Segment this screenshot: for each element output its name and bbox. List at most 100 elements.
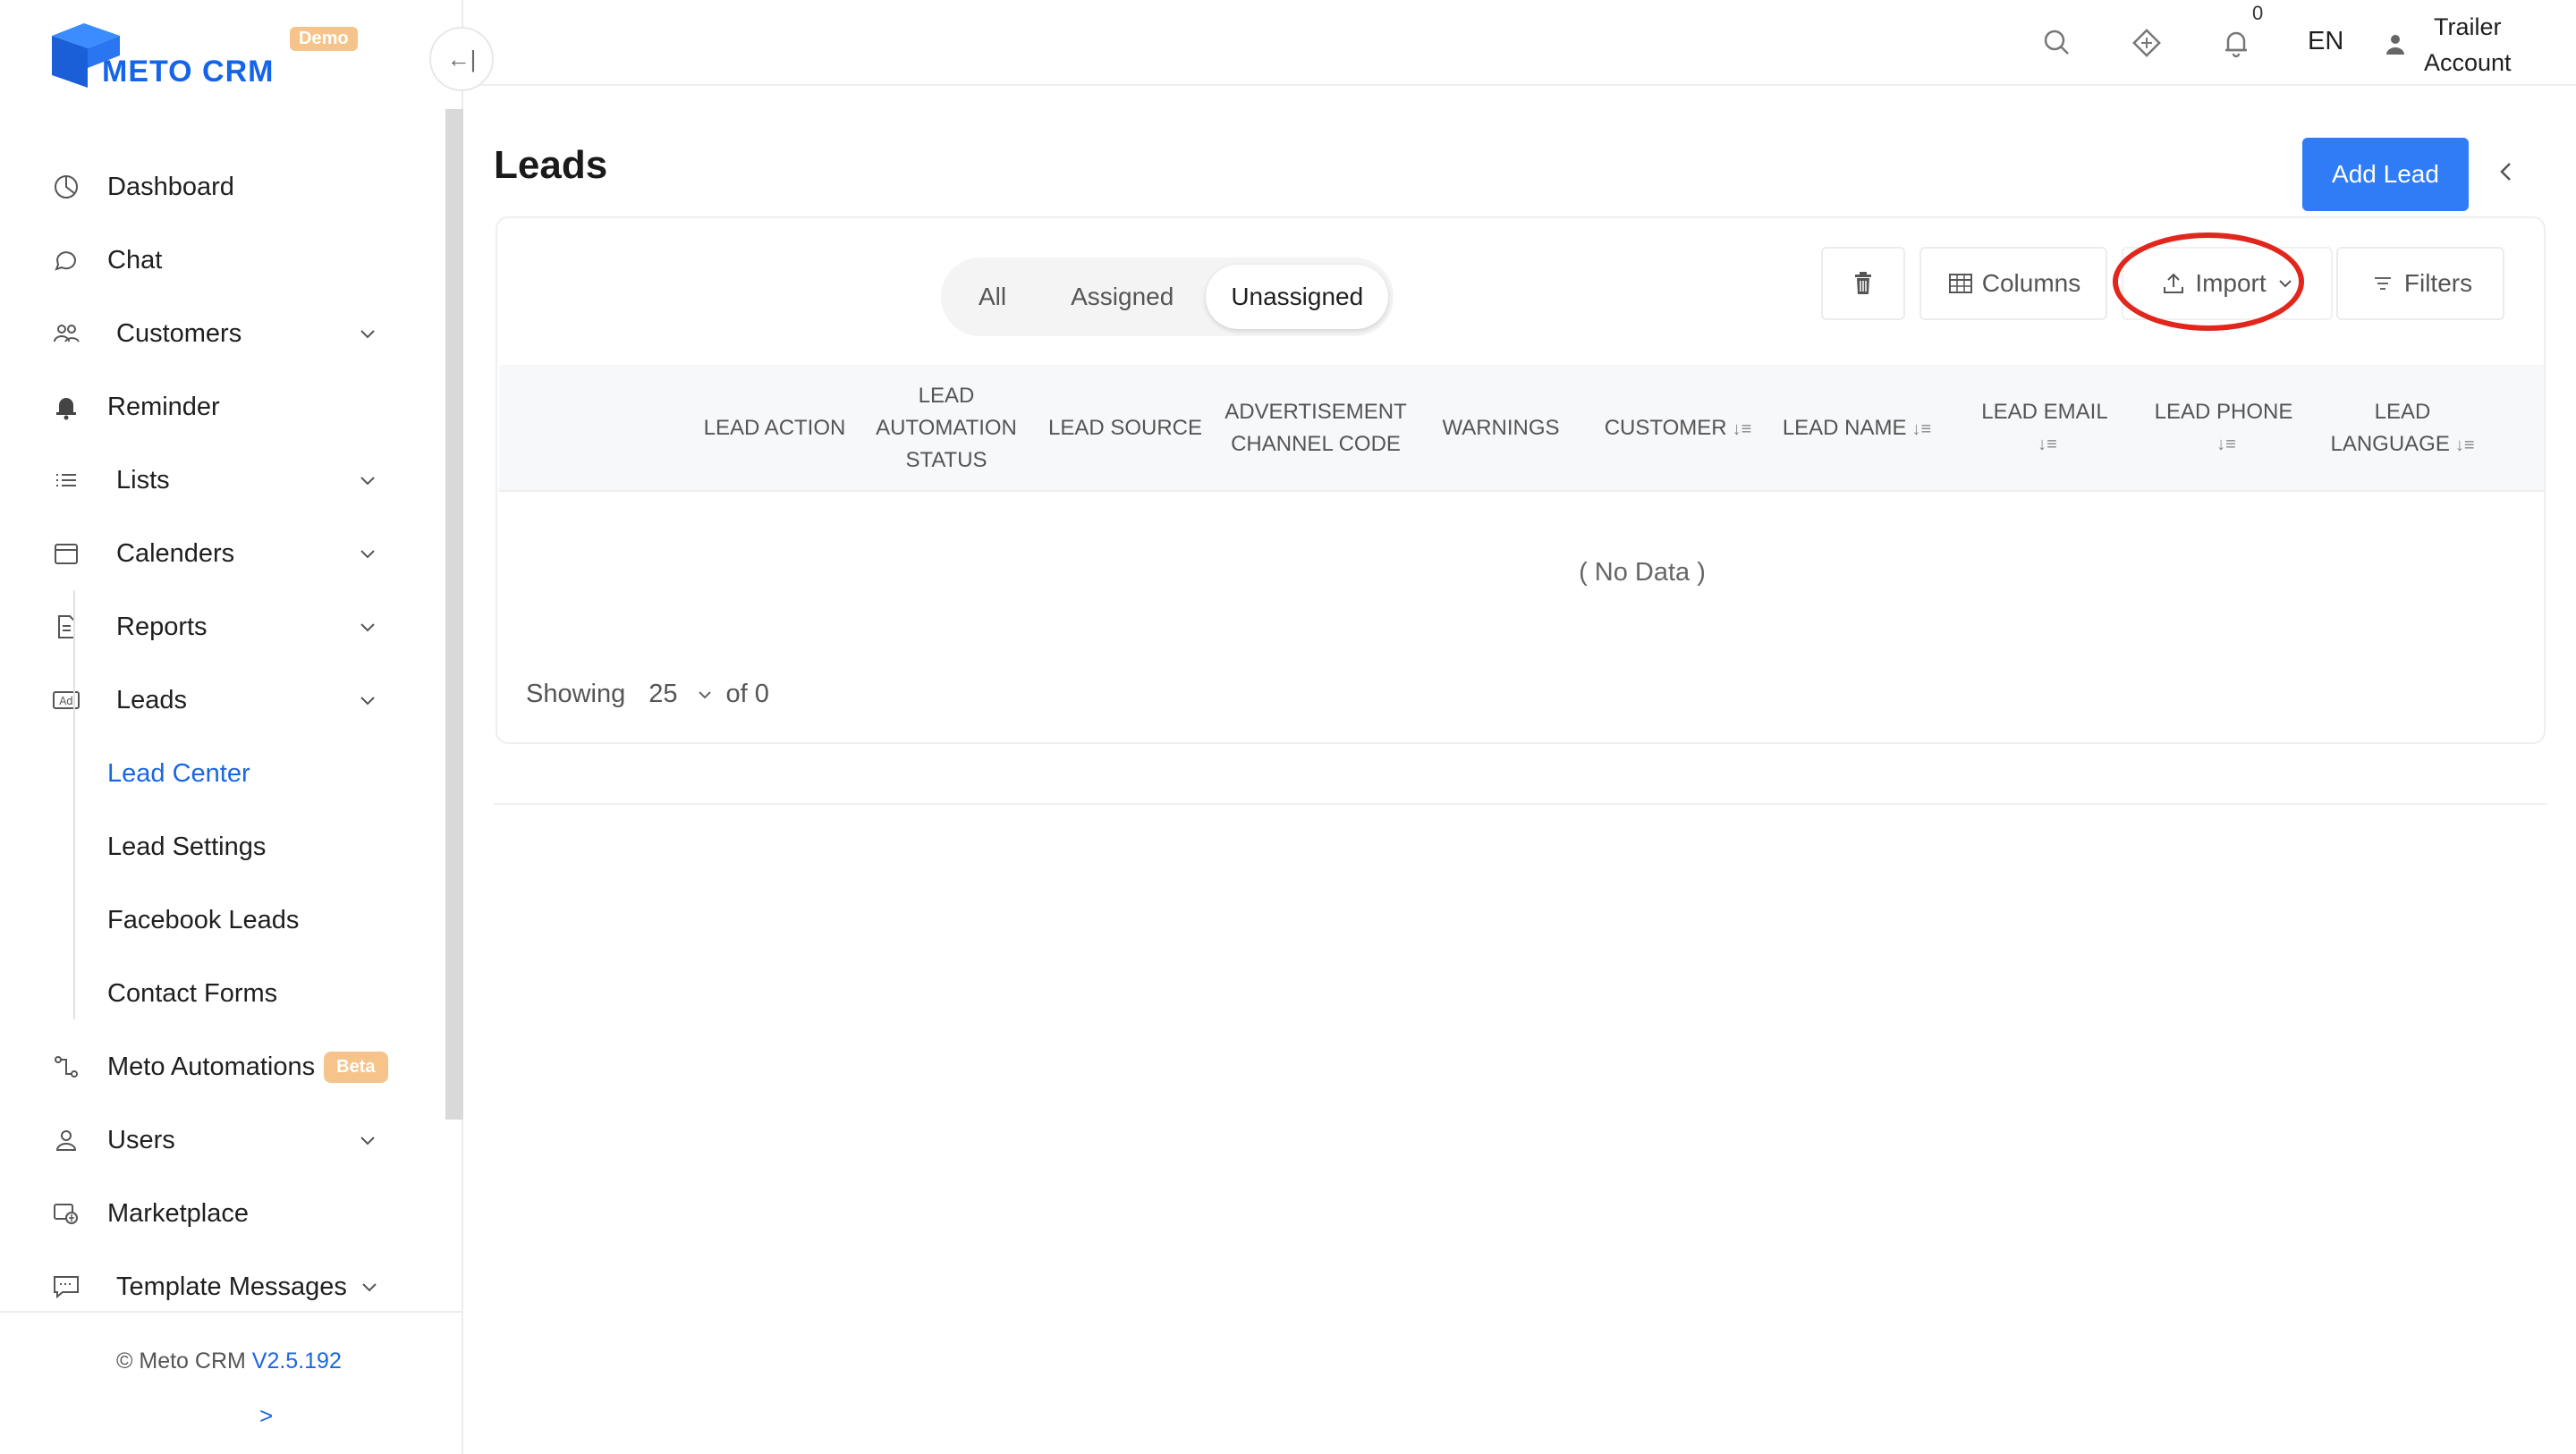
column-header-warnings[interactable]: WARNINGS: [1429, 365, 1572, 492]
sidebar-item-label: Dashboard: [107, 172, 234, 201]
segment-assigned[interactable]: Assigned: [1038, 265, 1206, 329]
sidebar-item-meto-automations[interactable]: Meto Automations Beta: [0, 1030, 444, 1103]
version-link[interactable]: V2.5.192: [252, 1348, 342, 1374]
import-button[interactable]: Import: [2122, 247, 2333, 320]
chevron-down-icon: [360, 1137, 375, 1145]
column-header-label: STATUS: [905, 448, 987, 472]
column-header-label: LEAD PHONE: [2154, 400, 2293, 424]
assignment-segmented-control: All Assigned Unassigned: [941, 258, 1394, 336]
sidebar-item-label: Leads: [116, 685, 188, 714]
sidebar-item-calenders[interactable]: Calenders: [0, 517, 444, 590]
sidebar-item-label: Reminder: [107, 392, 220, 421]
leads-table-card: All Assigned Unassigned Columns Import F…: [496, 216, 2546, 744]
sort-icon[interactable]: ↓≡: [2216, 428, 2236, 461]
empty-state: ( No Data ): [497, 558, 2544, 588]
sidebar-item-label: Chat: [107, 245, 163, 275]
calendar-icon: [50, 537, 82, 570]
account-name: Trailer Account: [2424, 9, 2512, 80]
sidebar-item-lists[interactable]: Lists: [0, 444, 444, 517]
delete-button[interactable]: [1821, 247, 1905, 320]
column-header-customer[interactable]: CUSTOMER ↓≡: [1589, 365, 1767, 492]
sidebar-subitem-label: Lead Center: [107, 758, 250, 788]
sidebar-item-label: Lists: [116, 465, 170, 495]
sidebar-subitem-lead-settings[interactable]: Lead Settings: [0, 810, 444, 883]
column-header-lead-language[interactable]: LEAD LANGUAGE ↓≡: [2315, 365, 2490, 492]
sidebar-item-label: Calenders: [116, 538, 235, 568]
language-selector[interactable]: EN: [2308, 27, 2343, 56]
sidebar-item-users[interactable]: Users: [0, 1103, 444, 1177]
app-logo[interactable]: METO CRM: [48, 20, 274, 91]
sidebar-item-dashboard[interactable]: Dashboard: [0, 150, 444, 224]
sidebar-item-label: Meto Automations: [107, 1052, 316, 1081]
sidebar-subitem-label: Facebook Leads: [107, 905, 300, 934]
chevron-down-icon: [362, 1283, 377, 1292]
search-icon[interactable]: [2039, 25, 2075, 61]
sort-icon[interactable]: ↓≡: [2455, 435, 2475, 455]
column-header-label: WARNINGS: [1442, 416, 1560, 440]
column-header-label: LEAD SOURCE: [1047, 416, 1203, 440]
page-title: Leads: [494, 143, 608, 187]
template-icon: [50, 1271, 82, 1303]
add-lead-button[interactable]: Add Lead: [2302, 138, 2469, 211]
column-header-lead-action[interactable]: LEAD ACTION: [685, 365, 864, 492]
columns-button[interactable]: Columns: [1919, 247, 2107, 320]
sidebar-item-label: Users: [107, 1125, 175, 1154]
sidebar-nav: Dashboard Chat Customers Reminder Lists …: [0, 150, 444, 1323]
sidebar-subitem-label: Lead Settings: [107, 832, 267, 861]
sort-icon[interactable]: ↓≡: [1733, 419, 1752, 439]
bell-icon: [50, 391, 82, 423]
account-menu[interactable]: Trailer Account: [2385, 9, 2512, 80]
chat-icon: [50, 244, 82, 276]
sidebar-subitem-contact-forms[interactable]: Contact Forms: [0, 957, 444, 1030]
sidebar-item-marketplace[interactable]: Marketplace: [0, 1177, 444, 1250]
column-header-lead-name[interactable]: LEAD NAME ↓≡: [1767, 365, 1946, 492]
chevron-down-icon: [360, 330, 375, 339]
filters-button[interactable]: Filters: [2336, 247, 2504, 320]
chevron-down-icon: [360, 623, 375, 632]
sidebar-item-label: Marketplace: [107, 1198, 249, 1228]
column-header-lead-email[interactable]: LEAD EMAIL ↓≡: [1957, 365, 2132, 492]
table-icon: [1946, 269, 1975, 298]
dashboard-icon: [50, 171, 82, 203]
collapse-sidebar-button[interactable]: ←|: [429, 27, 494, 91]
column-header-lead-phone[interactable]: LEAD PHONE ↓≡: [2136, 365, 2311, 492]
sidebar-item-reminder[interactable]: Reminder: [0, 370, 444, 444]
sort-icon[interactable]: ↓≡: [2038, 428, 2057, 461]
sidebar-item-chat[interactable]: Chat: [0, 224, 444, 297]
chevron-down-icon[interactable]: [696, 686, 714, 704]
sidebar-item-reports[interactable]: Reports: [0, 590, 444, 664]
segment-unassigned[interactable]: Unassigned: [1206, 265, 1389, 329]
column-header-advertisement-channel-code[interactable]: ADVERTISEMENT CHANNEL CODE: [1215, 365, 1417, 492]
list-icon: [50, 464, 82, 496]
content-divider: [494, 803, 2547, 805]
svg-text:Ad: Ad: [59, 695, 73, 707]
column-header-label: CUSTOMER: [1604, 415, 1727, 440]
sort-icon[interactable]: ↓≡: [1912, 419, 1932, 439]
chevron-down-icon: [360, 550, 375, 559]
logo-cube-icon: [52, 23, 120, 88]
account-name-line2: Account: [2424, 49, 2512, 76]
sidebar-item-customers[interactable]: Customers: [0, 297, 444, 370]
sidebar-scrollbar[interactable]: [445, 109, 463, 1120]
sidebar-item-label: Template Messages: [116, 1272, 347, 1301]
sidebar-item-leads[interactable]: Ad Leads: [0, 664, 444, 737]
column-header-lead-source[interactable]: LEAD SOURCE: [1036, 365, 1215, 492]
notification-bell-icon[interactable]: [2218, 25, 2254, 61]
table-header: LEAD ACTION LEAD AUTOMATION STATUS LEAD …: [499, 365, 2544, 492]
notification-count: 0: [2252, 2, 2264, 24]
sidebar-subitem-lead-center[interactable]: Lead Center: [0, 737, 444, 810]
sidebar-item-label: Customers: [116, 318, 242, 348]
page-size-select[interactable]: 25: [648, 680, 677, 709]
column-header-lead-automation-status[interactable]: LEAD AUTOMATION STATUS: [866, 365, 1027, 492]
pagination-total: of 0: [725, 680, 769, 708]
user-icon: [50, 1124, 82, 1156]
chevron-down-icon: [360, 697, 375, 706]
sidebar-subitem-facebook-leads[interactable]: Facebook Leads: [0, 883, 444, 957]
account-name-line1: Trailer: [2434, 13, 2502, 40]
segment-all[interactable]: All: [946, 265, 1038, 329]
diamond-icon[interactable]: [2129, 25, 2165, 61]
expand-sidebar-button[interactable]: >: [259, 1402, 273, 1430]
upload-icon: [2159, 269, 2188, 298]
customers-icon: [50, 317, 82, 350]
chevron-left-icon[interactable]: [2490, 156, 2522, 188]
